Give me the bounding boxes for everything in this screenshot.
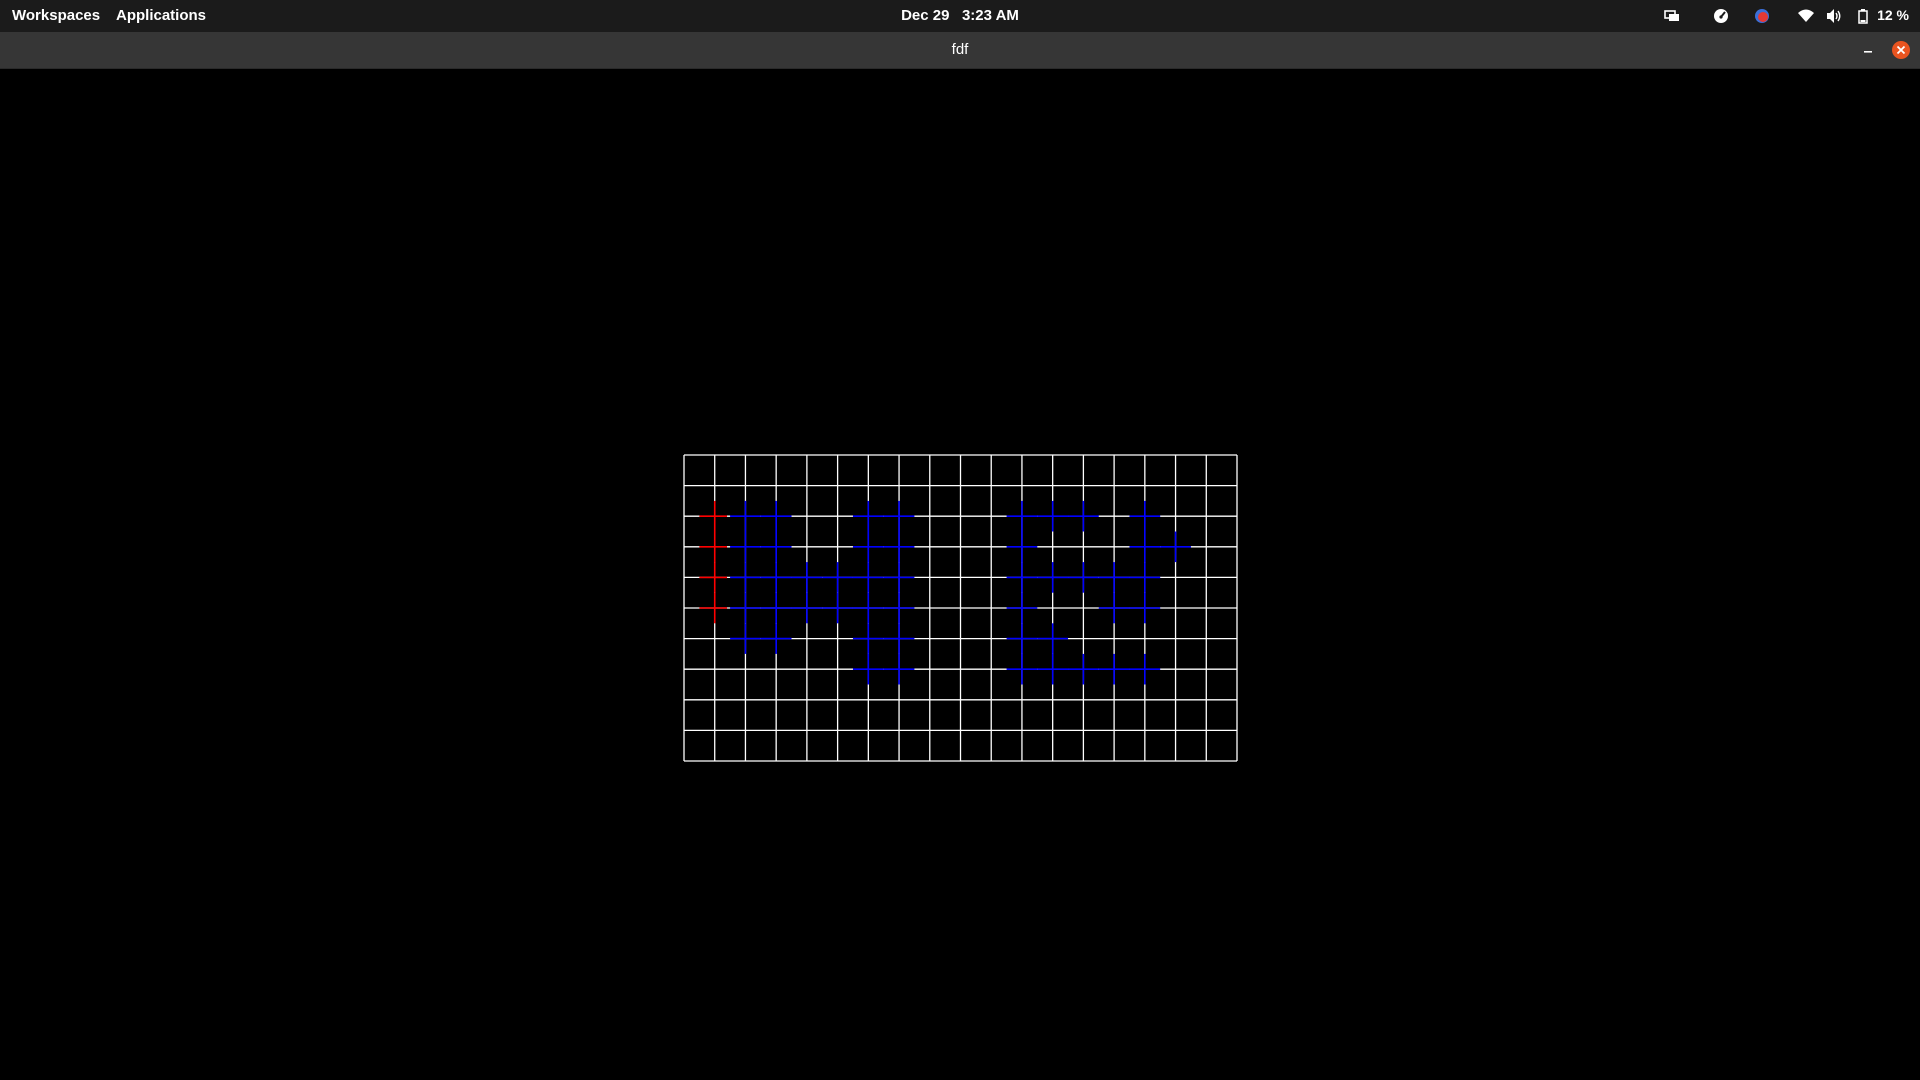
recorder-icon[interactable] — [1754, 8, 1770, 24]
clock-time[interactable]: 3:23 AM — [962, 7, 1019, 24]
clock-date[interactable]: Dec 29 — [901, 7, 949, 24]
system-top-bar: Workspaces Applications Dec 29 3:23 AM 1… — [0, 0, 1920, 32]
workspaces-button[interactable]: Workspaces — [6, 0, 106, 32]
fdf-canvas[interactable] — [0, 69, 1920, 1080]
minimize-button[interactable] — [1858, 40, 1878, 60]
volume-icon[interactable] — [1826, 8, 1842, 24]
battery-icon[interactable] — [1855, 8, 1871, 24]
speedometer-icon[interactable] — [1713, 8, 1729, 24]
window-title: fdf — [951, 41, 969, 58]
wifi-icon[interactable] — [1798, 8, 1814, 24]
clock: Dec 29 3:23 AM — [0, 0, 1920, 32]
close-button[interactable] — [1891, 40, 1911, 60]
battery-percentage[interactable]: 12 % — [1877, 0, 1909, 32]
applications-button[interactable]: Applications — [110, 0, 212, 32]
wireframe-grid — [683, 454, 1238, 762]
window-titlebar[interactable]: fdf — [0, 32, 1920, 69]
screen-icon[interactable] — [1664, 8, 1680, 24]
